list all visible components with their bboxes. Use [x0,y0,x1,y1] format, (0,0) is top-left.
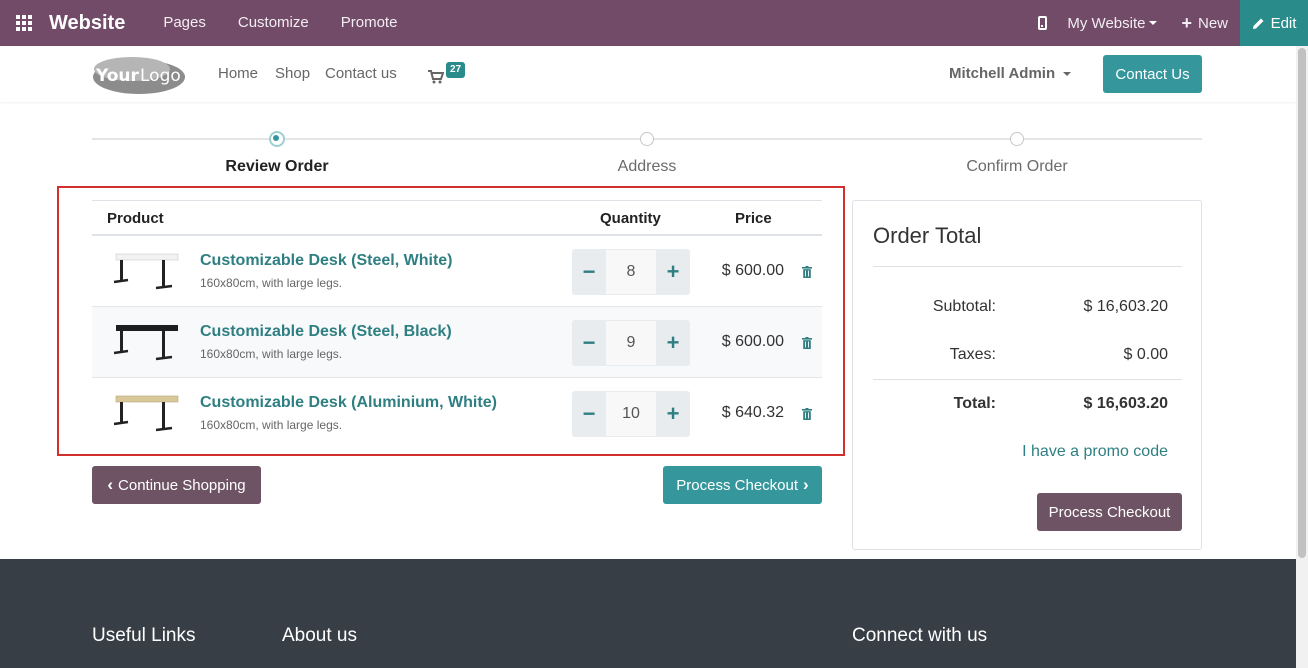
product-name-link[interactable]: Customizable Desk (Aluminium, White) [200,394,497,412]
process-checkout-button[interactable]: Process Checkout › [663,466,822,504]
quantity-stepper: − 8 + [572,249,690,295]
mobile-preview-icon[interactable] [1027,0,1057,46]
divider [873,379,1182,380]
continue-shopping-button[interactable]: ‹ Continue Shopping [92,466,261,504]
quantity-stepper: − 10 + [572,391,690,437]
menu-promote[interactable]: Promote [325,0,414,46]
nav-home[interactable]: Home [218,46,258,102]
plus-icon[interactable]: + [656,391,690,437]
caret-down-icon [1063,72,1072,76]
website-selector[interactable]: My Website [1067,14,1158,32]
footer-connect: Connect with us [852,625,988,646]
caret-down-icon [1149,21,1158,25]
svg-text:Your: Your [95,66,140,86]
nav-shop[interactable]: Shop [275,46,310,102]
product-price: $ 640.32 [721,404,784,421]
subtotal-value: $ 16,603.20 [1083,298,1168,315]
new-button-label: New [1197,14,1228,32]
site-header: Your Logo Home Shop Contact us 27 Mitche… [0,46,1296,102]
step-confirm-order: Confirm Order [966,158,1068,175]
header-price: Price [735,210,772,227]
chevron-right-icon: › [803,475,809,494]
cart-table: Product Quantity Price Customizable Desk… [92,200,822,449]
website-selector-label: My Website [1067,14,1146,32]
product-image[interactable] [112,388,182,438]
user-menu[interactable]: Mitchell Admin [949,46,1072,102]
new-button[interactable]: + New [1181,13,1228,34]
quantity-input[interactable]: 8 [606,249,656,295]
edit-button-label: Edit [1270,14,1297,32]
pencil-icon [1252,18,1264,29]
step-dot-address [640,132,654,146]
taxes-value: $ 0.00 [1123,346,1168,363]
taxes-label: Taxes: [949,346,996,363]
apps-grid-icon[interactable] [0,0,48,46]
step-dot-confirm [1010,132,1024,146]
admin-topbar: Website Pages Customize Promote My Websi… [0,0,1308,46]
menu-pages[interactable]: Pages [147,0,222,46]
trash-icon[interactable] [802,337,812,349]
order-total-title: Order Total [873,223,982,248]
user-name: Mitchell Admin [949,65,1056,82]
subtotal-label: Subtotal: [932,298,996,315]
chevron-left-icon: ‹ [107,475,114,494]
plus-icon[interactable]: + [656,320,690,366]
svg-text:Logo: Logo [140,66,181,86]
header-product: Product [107,210,164,227]
footer-useful-links: Useful Links [92,625,196,646]
trash-icon[interactable] [802,408,812,420]
product-image[interactable] [112,246,182,296]
process-checkout-button-card[interactable]: Process Checkout [1037,493,1182,531]
product-description: 160x80cm, with large legs. [200,418,343,432]
footer-about-us: About us [282,625,357,646]
app-brand[interactable]: Website [49,12,125,35]
cart-button[interactable]: 27 [428,62,472,88]
step-address: Address [617,158,677,175]
header-quantity: Quantity [600,210,661,227]
product-description: 160x80cm, with large legs. [200,347,343,361]
total-value: $ 16,603.20 [1083,395,1168,412]
step-dot-review [269,131,285,147]
minus-icon[interactable]: − [572,391,606,437]
plus-icon[interactable]: + [656,249,690,295]
product-price: $ 600.00 [721,262,784,279]
product-name-link[interactable]: Customizable Desk (Steel, Black) [200,323,452,341]
total-label: Total: [953,395,996,412]
quantity-input[interactable]: 10 [606,391,656,437]
product-name-link[interactable]: Customizable Desk (Steel, White) [200,252,453,270]
page-scrollbar[interactable] [1296,46,1308,668]
minus-icon[interactable]: − [572,320,606,366]
step-review-order: Review Order [225,158,329,175]
plus-icon: + [1181,12,1192,33]
table-row: Customizable Desk (Aluminium, White) 160… [92,378,822,449]
site-logo[interactable]: Your Logo [92,55,186,95]
quantity-stepper: − 9 + [572,320,690,366]
product-description: 160x80cm, with large legs. [200,276,343,290]
edit-button[interactable]: Edit [1240,0,1308,46]
cart-icon [428,70,444,84]
site-footer: Useful Links About us Connect with us [0,559,1296,668]
cart-count-badge: 27 [446,62,466,78]
order-total-card: Order Total Subtotal: $ 16,603.20 Taxes:… [852,200,1202,550]
menu-customize[interactable]: Customize [222,0,325,46]
process-checkout-label: Process Checkout [676,476,799,494]
quantity-input[interactable]: 9 [606,320,656,366]
product-price: $ 600.00 [721,333,784,350]
promo-code-link[interactable]: I have a promo code [1022,443,1168,461]
minus-icon[interactable]: − [572,249,606,295]
nav-contact-us[interactable]: Contact us [325,46,397,102]
contact-us-button[interactable]: Contact Us [1103,55,1202,93]
table-row: Customizable Desk (Steel, Black) 160x80c… [92,307,822,378]
trash-icon[interactable] [802,266,812,278]
continue-shopping-label: Continue Shopping [118,476,246,494]
product-image[interactable] [112,317,182,367]
table-row: Customizable Desk (Steel, White) 160x80c… [92,236,822,307]
scrollbar-thumb[interactable] [1298,48,1306,558]
divider [873,266,1182,267]
table-header: Product Quantity Price [92,200,822,236]
